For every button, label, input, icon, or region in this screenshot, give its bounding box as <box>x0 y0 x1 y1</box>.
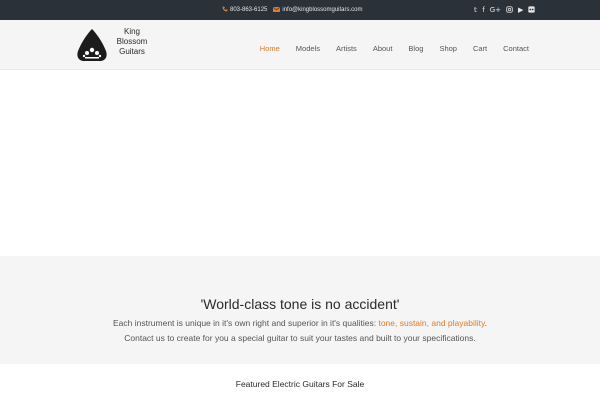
tagline-highlight: tone, sustain, and playability <box>378 318 485 328</box>
nav-shop[interactable]: Shop <box>439 44 457 53</box>
top-bar: 803-863-6125 info@kingblossomguitars.com… <box>0 0 600 20</box>
nav-models[interactable]: Models <box>296 44 320 53</box>
facebook-icon[interactable]: f <box>482 6 484 14</box>
logo-line-blossom: Blossom <box>116 37 148 46</box>
contact-info: 803-863-6125 info@kingblossomguitars.com <box>222 0 363 20</box>
featured-heading: Featured Electric Guitars For Sale <box>235 379 365 389</box>
nav-artists[interactable]: Artists <box>336 44 357 53</box>
nav-contact[interactable]: Contact <box>503 44 529 53</box>
logo-wordmark: King Blossom Guitars <box>112 27 152 57</box>
flickr-icon[interactable] <box>528 5 536 15</box>
site-logo[interactable]: King Blossom Guitars <box>74 27 147 63</box>
tagline-heading: 'World-class tone is no accident' <box>200 296 400 312</box>
logo-line-king: King <box>123 27 140 36</box>
phone-icon <box>222 6 228 14</box>
nav-about[interactable]: About <box>373 44 393 53</box>
twitter-icon[interactable]: 𝕥 <box>474 6 477 14</box>
tagline-section: 'World-class tone is no accident' Each i… <box>0 256 600 364</box>
logo-line-guitars: Guitars <box>119 47 145 56</box>
tagline-text-line1: Each instrument is unique in it's own ri… <box>0 318 600 328</box>
nav-blog[interactable]: Blog <box>408 44 423 53</box>
social-links: 𝕥 f G+ ▶ <box>474 0 536 20</box>
phone-link[interactable]: 803-863-6125 <box>222 6 267 14</box>
hero-section <box>0 70 600 256</box>
tagline-line1-end: . <box>484 318 487 328</box>
tagline-line1-text: Each instrument is unique in it's own ri… <box>112 318 379 328</box>
tagline-text-line2: Contact us to create for you a special g… <box>124 333 476 343</box>
email-link[interactable]: info@kingblossomguitars.com <box>273 6 363 14</box>
main-nav: Home Models Artists About Blog Shop Cart… <box>260 40 529 56</box>
nav-home[interactable]: Home <box>260 44 280 53</box>
envelope-icon <box>273 6 281 14</box>
google-plus-icon[interactable]: G+ <box>490 6 501 14</box>
email-address: info@kingblossomguitars.com <box>282 7 363 13</box>
youtube-icon[interactable]: ▶ <box>518 6 523 14</box>
nav-cart[interactable]: Cart <box>473 44 487 53</box>
phone-number: 803-863-6125 <box>230 7 268 13</box>
site-header: King Blossom Guitars Home Models Artists… <box>0 20 600 70</box>
guitar-pick-logo-icon <box>77 29 107 61</box>
instagram-icon[interactable] <box>506 5 513 15</box>
